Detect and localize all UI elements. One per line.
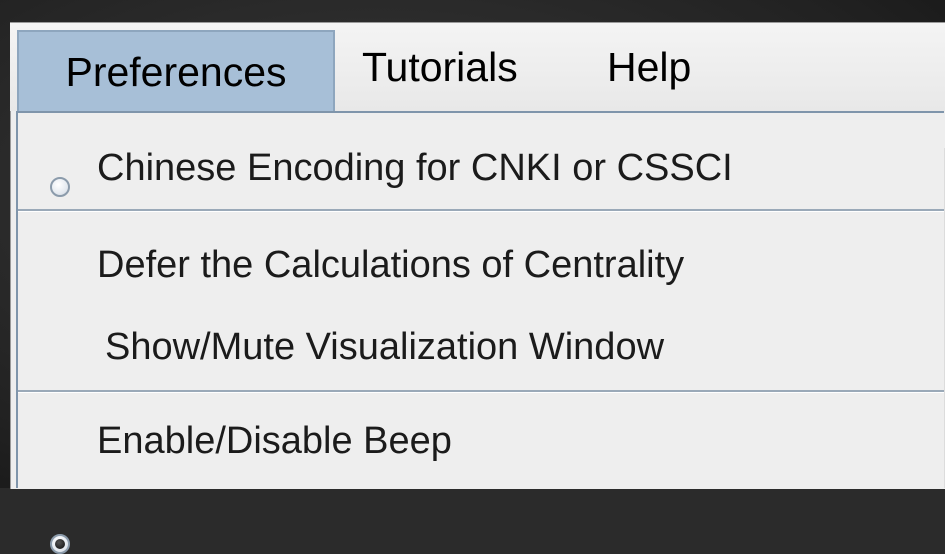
menu-preferences[interactable]: Preferences bbox=[17, 30, 335, 112]
preferences-dropdown: Chinese Encoding for CNKI or CSSCI Defer… bbox=[16, 111, 944, 554]
menu-separator bbox=[18, 209, 944, 212]
menu-item-show-mute-visualization[interactable]: Show/Mute Visualization Window bbox=[18, 311, 944, 554]
menu-item-defer-centrality[interactable]: Defer the Calculations of Centrality bbox=[18, 233, 944, 297]
menu-item-enable-disable-beep[interactable]: Enable/Disable Beep bbox=[18, 405, 944, 477]
menu-tutorials[interactable]: Tutorials bbox=[362, 23, 518, 111]
menu-item-label: Show/Mute Visualization Window bbox=[105, 326, 665, 368]
radio-unselected-icon bbox=[50, 177, 70, 197]
menu-item-chinese-encoding[interactable]: Chinese Encoding for CNKI or CSSCI bbox=[18, 133, 944, 203]
menu-help[interactable]: Help bbox=[607, 23, 691, 111]
menu-item-label: Enable/Disable Beep bbox=[97, 420, 452, 462]
menu-item-label: Chinese Encoding for CNKI or CSSCI bbox=[97, 147, 733, 189]
menu-separator bbox=[18, 390, 944, 393]
menu-item-label: Defer the Calculations of Centrality bbox=[97, 244, 685, 286]
radio-selected-icon bbox=[50, 534, 70, 554]
menu-bar: Preferences Tutorials Help bbox=[10, 23, 945, 112]
